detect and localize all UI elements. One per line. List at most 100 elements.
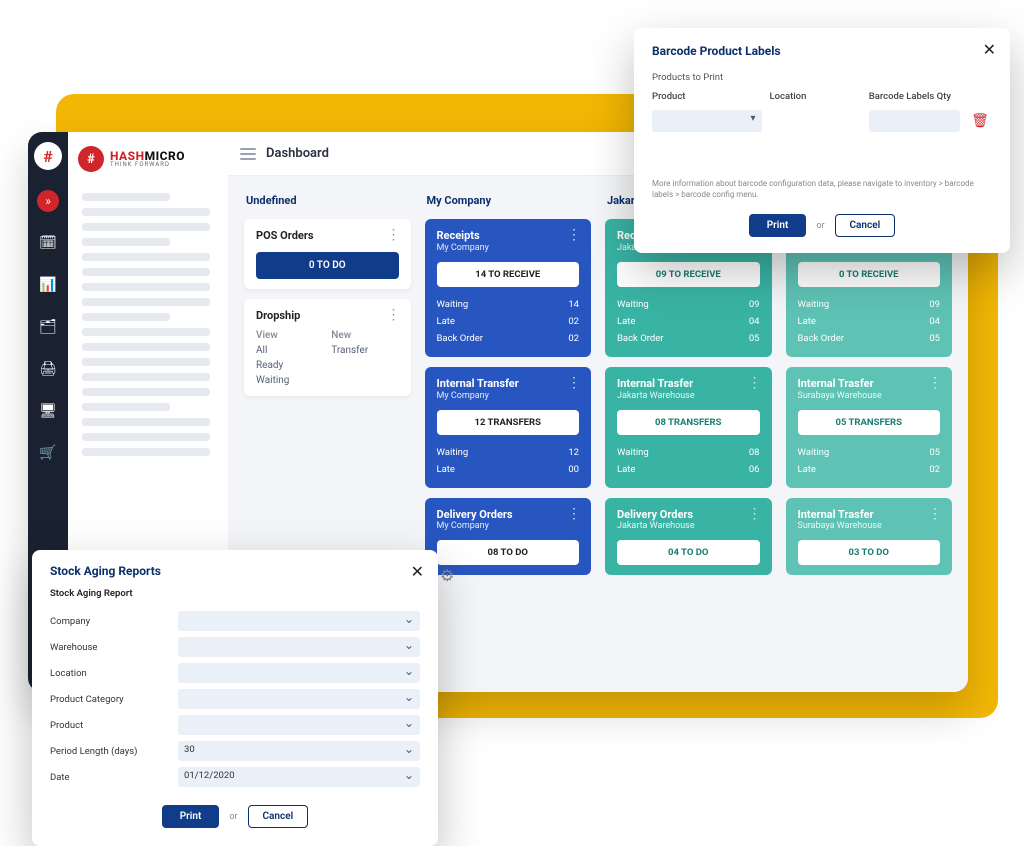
trash-icon[interactable]: 🗑 bbox=[968, 110, 992, 132]
or-text: or bbox=[229, 812, 237, 822]
transfer-card[interactable]: ⋮ Internal Trasfer Jakarta Warehouse 08 … bbox=[605, 367, 772, 488]
stack-icon[interactable]: 🗂 bbox=[37, 316, 59, 338]
pos-todo-button[interactable]: 0 TO DO bbox=[256, 252, 399, 279]
more-icon[interactable]: ⋮ bbox=[928, 506, 942, 522]
status-pill[interactable]: 14 TO RECEIVE bbox=[437, 262, 580, 287]
cart-icon[interactable]: 🛒 bbox=[37, 442, 59, 464]
cancel-button[interactable]: Cancel bbox=[248, 805, 309, 828]
product-select[interactable] bbox=[178, 715, 420, 735]
page-title: Dashboard bbox=[266, 146, 329, 161]
label-date: Date bbox=[50, 772, 170, 783]
monitor-icon[interactable]: 🖥 bbox=[37, 400, 59, 422]
nav-skeleton bbox=[82, 253, 210, 261]
company-select[interactable] bbox=[178, 611, 420, 631]
col-title: Undefined bbox=[244, 190, 411, 209]
more-icon[interactable]: ⋮ bbox=[567, 375, 581, 391]
print-icon[interactable]: 🖨 bbox=[37, 358, 59, 380]
logo-icon: # bbox=[34, 142, 62, 170]
status-pill[interactable]: 03 TO DO bbox=[798, 540, 941, 565]
product-select[interactable] bbox=[652, 110, 762, 132]
nav-skeleton bbox=[82, 193, 170, 201]
col-head: New bbox=[331, 330, 398, 341]
label-category: Product Category bbox=[50, 694, 170, 705]
status-pill[interactable]: 05 TRANSFERS bbox=[798, 410, 941, 435]
nav-skeleton bbox=[82, 373, 210, 381]
label-location: Location bbox=[50, 668, 170, 679]
calendar-icon[interactable]: 🗓 bbox=[37, 232, 59, 254]
nav-skeleton bbox=[82, 403, 170, 411]
category-select[interactable] bbox=[178, 689, 420, 709]
card-subtitle: My Company bbox=[437, 243, 580, 253]
more-icon[interactable]: ⋮ bbox=[387, 227, 401, 243]
receipts-card[interactable]: ⋮ Receipts My Company 14 TO RECEIVE Wait… bbox=[425, 219, 592, 357]
transfer-card[interactable]: ⋮ Internal Transfer My Company 12 TRANSF… bbox=[425, 367, 592, 488]
dialog-title: Stock Aging Reports bbox=[50, 564, 420, 578]
more-icon[interactable]: ⋮ bbox=[928, 375, 942, 391]
nav-skeleton bbox=[82, 283, 210, 291]
new-transfer[interactable]: Transfer bbox=[331, 345, 398, 356]
location-select[interactable] bbox=[178, 663, 420, 683]
more-icon[interactable]: ⋮ bbox=[387, 307, 401, 323]
more-icon[interactable]: ⋮ bbox=[748, 375, 762, 391]
dropship-card[interactable]: ⋮ Dropship View New All Transfer Ready W… bbox=[244, 299, 411, 396]
status-pill[interactable]: 12 TRANSFERS bbox=[437, 410, 580, 435]
more-icon[interactable]: ⋮ bbox=[567, 506, 581, 522]
nav-skeleton bbox=[82, 343, 210, 351]
print-button[interactable]: Print bbox=[162, 805, 220, 828]
period-select[interactable]: 30 bbox=[178, 741, 420, 761]
brand: # HASHMICRO THINK FORWARD bbox=[68, 142, 228, 186]
warehouse-select[interactable] bbox=[178, 637, 420, 657]
dialog-title: Barcode Product Labels bbox=[652, 44, 992, 58]
pos-orders-card[interactable]: ⋮ POS Orders 0 TO DO bbox=[244, 219, 411, 289]
info-text: More information about barcode configura… bbox=[652, 178, 992, 200]
cancel-button[interactable]: Cancel bbox=[835, 214, 896, 237]
qty-input[interactable] bbox=[869, 110, 960, 132]
col-jakarta: Jakarta ⋮ Receipts Jakarta Warehouse 09 … bbox=[605, 190, 772, 678]
transfer-card[interactable]: ⋮ Internal Trasfer Surabaya Warehouse 05… bbox=[786, 367, 953, 488]
chart-icon[interactable]: 📊 bbox=[37, 274, 59, 296]
barcode-dialog: ✕ Barcode Product Labels Products to Pri… bbox=[634, 28, 1010, 253]
label-product: Product bbox=[50, 720, 170, 731]
status-pill[interactable]: 08 TO DO bbox=[437, 540, 580, 565]
print-button[interactable]: Print bbox=[749, 214, 807, 237]
card-title: Dropship bbox=[256, 309, 399, 322]
stock-aging-dialog: ✕ Stock Aging Reports Stock Aging Report… bbox=[32, 550, 438, 846]
nav-skeleton bbox=[82, 313, 170, 321]
view-all[interactable]: All bbox=[256, 345, 323, 356]
label-company: Company bbox=[50, 616, 170, 627]
col-product: Product bbox=[652, 91, 762, 102]
col-surabaya: ⋮ Receipts Surabaya Warehouse 0 TO RECEI… bbox=[786, 190, 953, 678]
expand-button[interactable]: » bbox=[37, 190, 59, 212]
nav-skeleton bbox=[82, 433, 210, 441]
transfer-card[interactable]: ⋮ Internal Trasfer Surabaya Warehouse 03… bbox=[786, 498, 953, 575]
brand-cloud-icon: # bbox=[78, 146, 104, 172]
close-icon[interactable]: ✕ bbox=[411, 562, 424, 581]
more-icon[interactable]: ⋮ bbox=[748, 506, 762, 522]
nav-skeleton bbox=[82, 268, 210, 276]
gear-icon[interactable]: ⚙ bbox=[440, 566, 454, 585]
col-title: My Company bbox=[425, 190, 592, 209]
nav-skeleton bbox=[82, 328, 210, 336]
form-heading: Stock Aging Report bbox=[50, 588, 420, 599]
status-pill[interactable]: 08 TRANSFERS bbox=[617, 410, 760, 435]
card-title: POS Orders bbox=[256, 229, 399, 242]
menu-icon[interactable] bbox=[240, 148, 256, 160]
status-pill[interactable]: 0 TO RECEIVE bbox=[798, 262, 941, 287]
close-icon[interactable]: ✕ bbox=[983, 40, 996, 59]
status-pill[interactable]: 04 TO DO bbox=[617, 540, 760, 565]
view-waiting[interactable]: Waiting bbox=[256, 375, 323, 386]
nav-skeleton bbox=[82, 238, 170, 246]
nav-skeleton bbox=[82, 298, 210, 306]
or-text: or bbox=[816, 221, 824, 231]
dialog-subtitle: Products to Print bbox=[652, 72, 992, 83]
date-select[interactable]: 01/12/2020 bbox=[178, 767, 420, 787]
more-icon[interactable]: ⋮ bbox=[567, 227, 581, 243]
nav-skeleton bbox=[82, 223, 210, 231]
view-ready[interactable]: Ready bbox=[256, 360, 323, 371]
label-warehouse: Warehouse bbox=[50, 642, 170, 653]
status-pill[interactable]: 09 TO RECEIVE bbox=[617, 262, 760, 287]
delivery-card[interactable]: ⋮ Delivery Orders My Company 08 TO DO bbox=[425, 498, 592, 575]
card-title: Receipts bbox=[437, 229, 580, 242]
delivery-card[interactable]: ⋮ Delivery Orders Jakarta Warehouse 04 T… bbox=[605, 498, 772, 575]
nav-skeleton bbox=[82, 388, 210, 396]
